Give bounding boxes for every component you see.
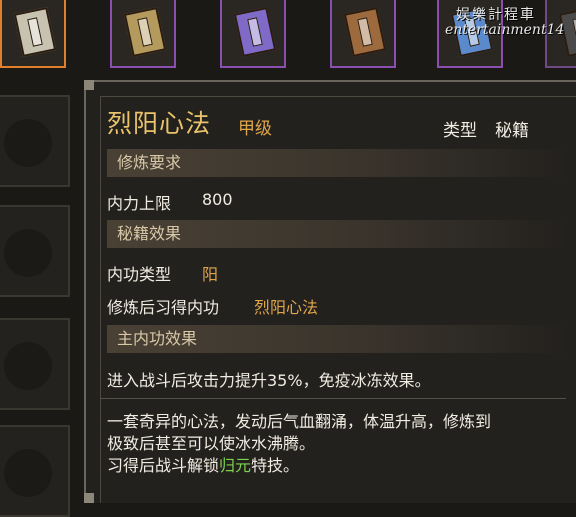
requirement-value: 800 — [202, 190, 233, 209]
left-slot[interactable] — [0, 205, 70, 297]
type-label: 类型 — [443, 121, 477, 141]
type-value: 秘籍 — [495, 121, 529, 141]
requirements-header: 修炼要求 — [107, 149, 567, 177]
book-slot-3[interactable] — [220, 0, 286, 68]
left-slot[interactable] — [0, 95, 70, 187]
watermark-sub: entertainment14 — [445, 22, 565, 38]
book-icon — [13, 6, 57, 58]
left-slot[interactable] — [0, 318, 70, 410]
item-description: 一套奇异的心法，发动后气血翻涌，体温升高，修炼到 极致后甚至可以使冰水沸腾。 习… — [107, 411, 567, 477]
description-line: 习得后战斗解锁归元特技。 — [107, 456, 300, 475]
effect-header: 秘籍效果 — [107, 220, 567, 248]
book-slot-4[interactable] — [330, 0, 396, 68]
item-name: 烈阳心法 — [107, 109, 212, 138]
requirement-label: 内力上限 — [107, 194, 172, 213]
description-line: 极致后甚至可以使冰水沸腾。 — [107, 434, 316, 453]
book-icon — [123, 6, 167, 58]
divider — [100, 398, 566, 399]
book-icon — [233, 6, 277, 58]
internal-type-label: 内功类型 — [107, 265, 172, 284]
skill-name: 归元 — [219, 456, 252, 475]
learn-value: 烈阳心法 — [254, 298, 319, 317]
book-slot-2[interactable] — [110, 0, 176, 68]
learn-label: 修炼后习得内功 — [107, 298, 220, 317]
main-effect-header: 主内功效果 — [107, 325, 567, 353]
item-grade: 甲级 — [238, 119, 272, 139]
internal-type-value: 阳 — [202, 265, 219, 284]
left-slot[interactable] — [0, 425, 70, 517]
description-line: 一套奇异的心法，发动后气血翻涌，体温升高，修炼到 — [107, 412, 492, 431]
panel-corner — [84, 493, 94, 503]
watermark: 娱樂計程車 — [456, 7, 536, 23]
panel-corner — [84, 80, 94, 90]
book-icon — [343, 6, 387, 58]
main-effect-text: 进入战斗后攻击力提升35%，免疫冰冻效果。 — [107, 371, 431, 390]
book-slot-1[interactable] — [0, 0, 66, 68]
